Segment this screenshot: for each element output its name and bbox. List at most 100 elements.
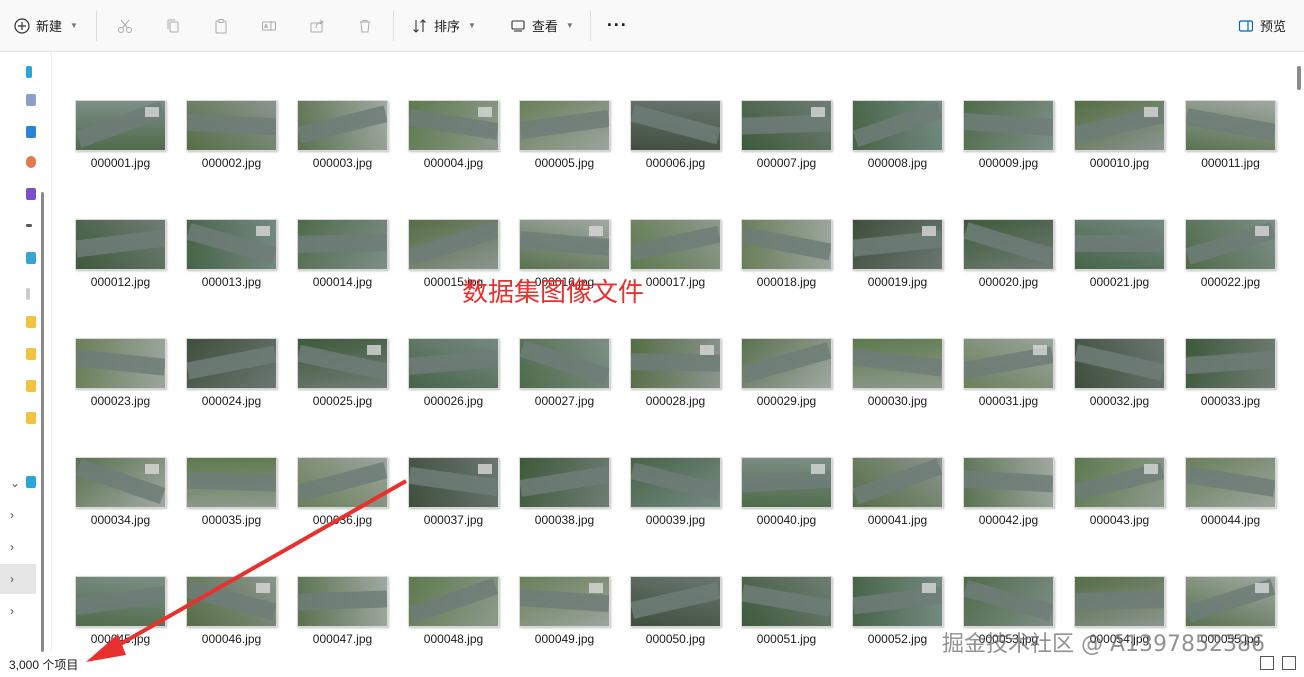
file-item[interactable]: 000014.jpg (297, 219, 388, 289)
file-item[interactable]: 000031.jpg (963, 338, 1054, 408)
file-item[interactable]: 000047.jpg (297, 576, 388, 646)
file-item[interactable]: 000023.jpg (75, 338, 166, 408)
paste-button[interactable] (197, 9, 245, 43)
file-item[interactable]: 000009.jpg (963, 100, 1054, 170)
sort-button[interactable]: 排序 ▼ (404, 9, 484, 43)
file-name: 000018.jpg (756, 275, 817, 289)
file-item[interactable]: 000046.jpg (186, 576, 277, 646)
downloads-icon[interactable] (26, 126, 36, 138)
more-options-button[interactable]: ··· (595, 9, 640, 43)
file-item[interactable]: 000037.jpg (408, 457, 499, 527)
folder-icon[interactable] (26, 316, 36, 328)
file-item[interactable]: 000006.jpg (630, 100, 721, 170)
file-item[interactable]: 000041.jpg (852, 457, 943, 527)
file-item[interactable]: 000040.jpg (741, 457, 832, 527)
image-thumbnail (519, 100, 610, 151)
chevron-down-icon[interactable]: ⌄ (10, 476, 20, 490)
file-item[interactable]: 000045.jpg (75, 576, 166, 646)
image-thumbnail (1074, 457, 1165, 508)
file-item[interactable]: 000019.jpg (852, 219, 943, 289)
nav-scrollbar[interactable] (41, 192, 44, 652)
file-item[interactable]: 000034.jpg (75, 457, 166, 527)
file-item[interactable]: 000051.jpg (741, 576, 832, 646)
file-item[interactable]: 000032.jpg (1074, 338, 1165, 408)
file-item[interactable]: 000044.jpg (1185, 457, 1276, 527)
this-pc-icon[interactable] (26, 476, 36, 488)
file-item[interactable]: 000012.jpg (75, 219, 166, 289)
file-item[interactable]: 000035.jpg (186, 457, 277, 527)
image-thumbnail (963, 219, 1054, 270)
cut-button[interactable] (101, 9, 149, 43)
share-button[interactable] (293, 9, 341, 43)
file-item[interactable]: 000025.jpg (297, 338, 388, 408)
file-item[interactable]: 000005.jpg (519, 100, 610, 170)
cloud-icon[interactable] (26, 252, 36, 264)
videos-icon[interactable] (26, 188, 36, 200)
file-item[interactable]: 000036.jpg (297, 457, 388, 527)
file-item[interactable]: 000003.jpg (297, 100, 388, 170)
file-item[interactable]: 000021.jpg (1074, 219, 1165, 289)
file-name: 000011.jpg (1201, 156, 1260, 170)
delete-button[interactable] (341, 9, 389, 43)
file-item[interactable]: 000039.jpg (630, 457, 721, 527)
file-item[interactable]: 000020.jpg (963, 219, 1054, 289)
desktop-icon[interactable] (26, 94, 36, 106)
file-item[interactable]: 000002.jpg (186, 100, 277, 170)
file-item[interactable]: 000018.jpg (741, 219, 832, 289)
file-item[interactable]: 000043.jpg (1074, 457, 1165, 527)
chevron-right-icon[interactable]: › (10, 572, 14, 586)
file-item[interactable]: 000049.jpg (519, 576, 610, 646)
quick-access-icon[interactable] (26, 66, 32, 78)
file-item[interactable]: 000027.jpg (519, 338, 610, 408)
file-name: 000043.jpg (1089, 513, 1150, 527)
image-thumbnail (630, 219, 721, 270)
image-thumbnail (1074, 219, 1165, 270)
new-button[interactable]: 新建 ▼ (6, 9, 86, 43)
folder-icon[interactable] (26, 348, 36, 360)
details-view-icon[interactable] (1260, 656, 1274, 670)
file-name: 000051.jpg (756, 632, 817, 646)
file-item[interactable]: 000033.jpg (1185, 338, 1276, 408)
folder-icon[interactable] (26, 288, 30, 300)
file-item[interactable]: 000038.jpg (519, 457, 610, 527)
file-item[interactable]: 000050.jpg (630, 576, 721, 646)
copy-icon (167, 19, 179, 32)
file-item[interactable]: 000010.jpg (1074, 100, 1165, 170)
music-icon[interactable] (26, 156, 36, 168)
sort-icon (413, 18, 426, 33)
nav-selected-row[interactable] (0, 564, 36, 594)
file-item[interactable]: 000008.jpg (852, 100, 943, 170)
file-item[interactable]: 000042.jpg (963, 457, 1054, 527)
folder-icon[interactable] (26, 380, 36, 392)
file-item[interactable]: 000004.jpg (408, 100, 499, 170)
chevron-down-icon: ▼ (467, 21, 476, 30)
file-item[interactable]: 000011.jpg (1185, 100, 1276, 170)
file-item[interactable]: 000030.jpg (852, 338, 943, 408)
rename-button[interactable] (245, 9, 293, 43)
file-item[interactable]: 000048.jpg (408, 576, 499, 646)
image-thumbnail (852, 338, 943, 389)
view-toggle-group (1260, 656, 1296, 670)
copy-button[interactable] (149, 9, 197, 43)
content-scrollbar[interactable] (1297, 66, 1301, 90)
file-item[interactable]: 000024.jpg (186, 338, 277, 408)
file-item[interactable]: 000001.jpg (75, 100, 166, 170)
file-item[interactable]: 000052.jpg (852, 576, 943, 646)
view-button[interactable]: 查看 ▼ (502, 9, 582, 43)
file-item[interactable]: 000026.jpg (408, 338, 499, 408)
folder-icon[interactable] (26, 412, 36, 424)
chevron-right-icon[interactable]: › (10, 540, 14, 554)
drive-icon[interactable] (26, 224, 32, 227)
image-thumbnail (186, 100, 277, 151)
chevron-right-icon[interactable]: › (10, 508, 14, 522)
file-item[interactable]: 000029.jpg (741, 338, 832, 408)
tiles-view-icon[interactable] (1282, 656, 1296, 670)
file-item[interactable]: 000028.jpg (630, 338, 721, 408)
preview-pane-button[interactable]: 预览 (1230, 9, 1294, 43)
file-item[interactable]: 000007.jpg (741, 100, 832, 170)
file-item[interactable]: 000013.jpg (186, 219, 277, 289)
file-name: 000008.jpg (867, 156, 928, 170)
chevron-right-icon[interactable]: › (10, 604, 14, 618)
file-item[interactable]: 000022.jpg (1185, 219, 1276, 289)
image-thumbnail (1185, 219, 1276, 270)
